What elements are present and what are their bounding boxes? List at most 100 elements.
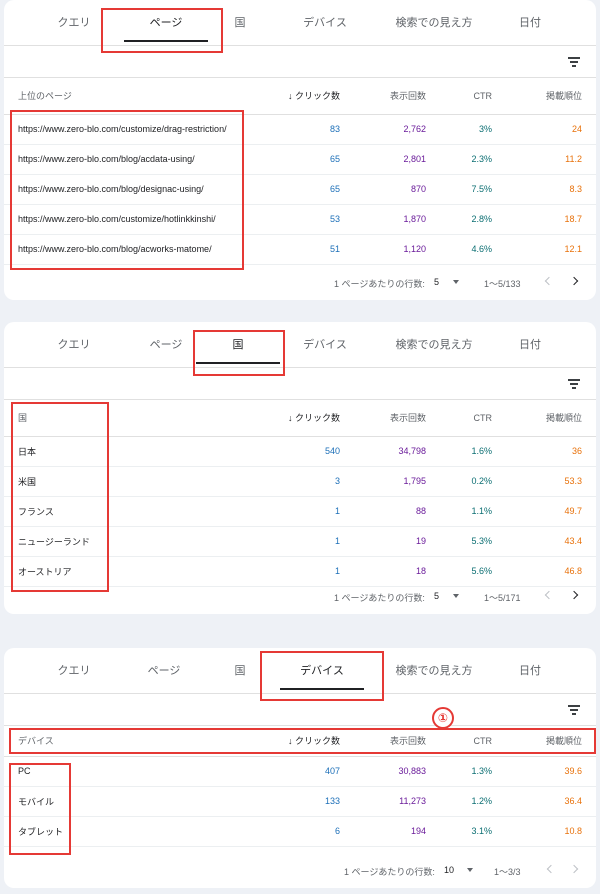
filter-icon[interactable] [568,57,580,67]
position-value: 8.3 [506,174,596,205]
dropdown-caret-icon[interactable] [453,594,459,598]
position-value: 18.7 [506,204,596,235]
impressions-value: 30,883 [354,756,440,787]
table-row[interactable]: https://www.zero-blo.com/customize/drag-… [4,114,596,145]
filter-icon[interactable] [568,379,580,389]
column-header-country[interactable]: 国 [4,400,274,437]
rows-per-page-label: 1 ページあたりの行数: [334,593,425,603]
position-value: 53.3 [506,466,596,497]
column-header-clicks[interactable]: ↓ クリック数 [274,78,354,115]
page-range: 1〜5/133 [484,279,521,289]
column-header-impressions[interactable]: 表示回数 [354,400,440,437]
pagination: 1 ページあたりの行数: 10 1〜3/3 [4,852,596,888]
ctr-value: 2.8% [440,204,506,235]
tab-page[interactable]: ページ [122,0,210,46]
clicks-value: 83 [274,114,354,145]
position-value: 49.7 [506,496,596,527]
ctr-value: 4.6% [440,234,506,265]
table-row[interactable]: ニュージーランド 1 19 5.3% 43.4 [4,526,596,557]
column-header-impressions[interactable]: 表示回数 [354,78,440,115]
tab-country[interactable]: 国 [216,0,264,46]
tab-date[interactable]: 日付 [500,0,560,46]
devices-table: デバイス ↓ クリック数 表示回数 CTR 掲載順位 PC 407 30,883 1.… [4,726,596,847]
dropdown-caret-icon[interactable] [467,868,473,872]
tab-country[interactable]: 国 [216,648,264,694]
tab-search-appearance[interactable]: 検索での見え方 [376,0,492,46]
rows-per-page-select[interactable]: 10 [444,865,454,875]
tab-date[interactable]: 日付 [500,648,560,694]
rows-per-page-select[interactable]: 5 [434,591,439,601]
column-header-ctr[interactable]: CTR [440,78,506,115]
table-header-row: 上位のページ ↓ クリック数 表示回数 CTR 掲載順位 [4,78,596,115]
sort-down-arrow-icon: ↓ [287,736,293,747]
impressions-value: 11,273 [354,786,440,817]
column-header-position[interactable]: 掲載順位 [506,400,596,437]
column-header-clicks[interactable]: ↓ クリック数 [274,400,354,437]
impressions-value: 2,762 [354,114,440,145]
column-header-top-pages[interactable]: 上位のページ [4,78,274,115]
impressions-value: 19 [354,526,440,557]
tab-query[interactable]: クエリ [34,322,114,368]
impressions-value: 194 [354,816,440,847]
table-row[interactable]: 米国 3 1,795 0.2% 53.3 [4,466,596,497]
table-row[interactable]: フランス 1 88 1.1% 49.7 [4,496,596,527]
countries-report-panel: クエリ ページ 国 デバイス 検索での見え方 日付 国 ↓ クリック数 表示回数… [4,322,596,614]
tab-date[interactable]: 日付 [500,322,560,368]
chevron-right-icon[interactable] [570,590,580,600]
devices-report-panel: クエリ ページ 国 デバイス 検索での見え方 日付 デバイス ↓ クリック数 表… [4,648,596,888]
table-row[interactable]: 日本 540 34,798 1.6% 36 [4,436,596,467]
ctr-value: 1.1% [440,496,506,527]
tab-device[interactable]: デバイス [280,322,370,368]
table-row[interactable]: PC 407 30,883 1.3% 39.6 [4,756,596,787]
impressions-value: 2,801 [354,144,440,175]
table-row[interactable]: https://www.zero-blo.com/blog/designac-u… [4,174,596,205]
clicks-value: 65 [274,174,354,205]
filter-icon[interactable] [568,705,580,715]
column-header-ctr[interactable]: CTR [440,400,506,437]
column-header-position[interactable]: 掲載順位 [506,726,596,757]
dimension-tabs: クエリ ページ 国 デバイス 検索での見え方 日付 [4,322,596,368]
country-name: 日本 [4,436,274,467]
ctr-value: 7.5% [440,174,506,205]
ctr-value: 1.6% [440,436,506,467]
impressions-value: 34,798 [354,436,440,467]
table-header-row: デバイス ↓ クリック数 表示回数 CTR 掲載順位 [4,726,596,757]
table-row[interactable]: タブレット 6 194 3.1% 10.8 [4,816,596,847]
chevron-left-icon[interactable] [544,864,554,874]
tab-search-appearance[interactable]: 検索での見え方 [376,322,492,368]
position-value: 12.1 [506,234,596,265]
tab-page[interactable]: ページ [120,648,208,694]
table-row[interactable]: https://www.zero-blo.com/blog/acdata-usi… [4,144,596,175]
rows-per-page-select[interactable]: 5 [434,277,439,287]
impressions-value: 1,870 [354,204,440,235]
clicks-value: 407 [274,756,354,787]
clicks-value: 3 [274,466,354,497]
table-row[interactable]: モバイル 133 11,273 1.2% 36.4 [4,786,596,817]
column-header-ctr[interactable]: CTR [440,726,506,757]
clicks-value: 133 [274,786,354,817]
chevron-left-icon[interactable] [542,276,552,286]
table-row[interactable]: https://www.zero-blo.com/blog/acworks-ma… [4,234,596,265]
chevron-right-icon[interactable] [570,864,580,874]
ctr-value: 5.3% [440,526,506,557]
tab-search-appearance[interactable]: 検索での見え方 [376,648,492,694]
tab-query[interactable]: クエリ [34,0,114,46]
chevron-right-icon[interactable] [570,276,580,286]
device-name: タブレット [4,816,274,847]
tab-query[interactable]: クエリ [34,648,114,694]
clicks-value: 53 [274,204,354,235]
table-row[interactable]: https://www.zero-blo.com/customize/hotli… [4,204,596,235]
impressions-value: 88 [354,496,440,527]
tab-device[interactable]: デバイス [280,0,370,46]
dropdown-caret-icon[interactable] [453,280,459,284]
pages-report-panel: クエリ ページ 国 デバイス 検索での見え方 日付 上位のページ ↓ クリック数… [4,0,596,300]
tab-country[interactable]: 国 [196,322,280,368]
country-name: 米国 [4,466,274,497]
column-header-device[interactable]: デバイス [4,726,274,757]
tab-device[interactable]: デバイス [272,648,372,694]
column-header-clicks[interactable]: ↓ クリック数 [274,726,354,757]
chevron-left-icon[interactable] [542,590,552,600]
column-header-impressions[interactable]: 表示回数 [354,726,440,757]
ctr-value: 3% [440,114,506,145]
column-header-position[interactable]: 掲載順位 [506,78,596,115]
